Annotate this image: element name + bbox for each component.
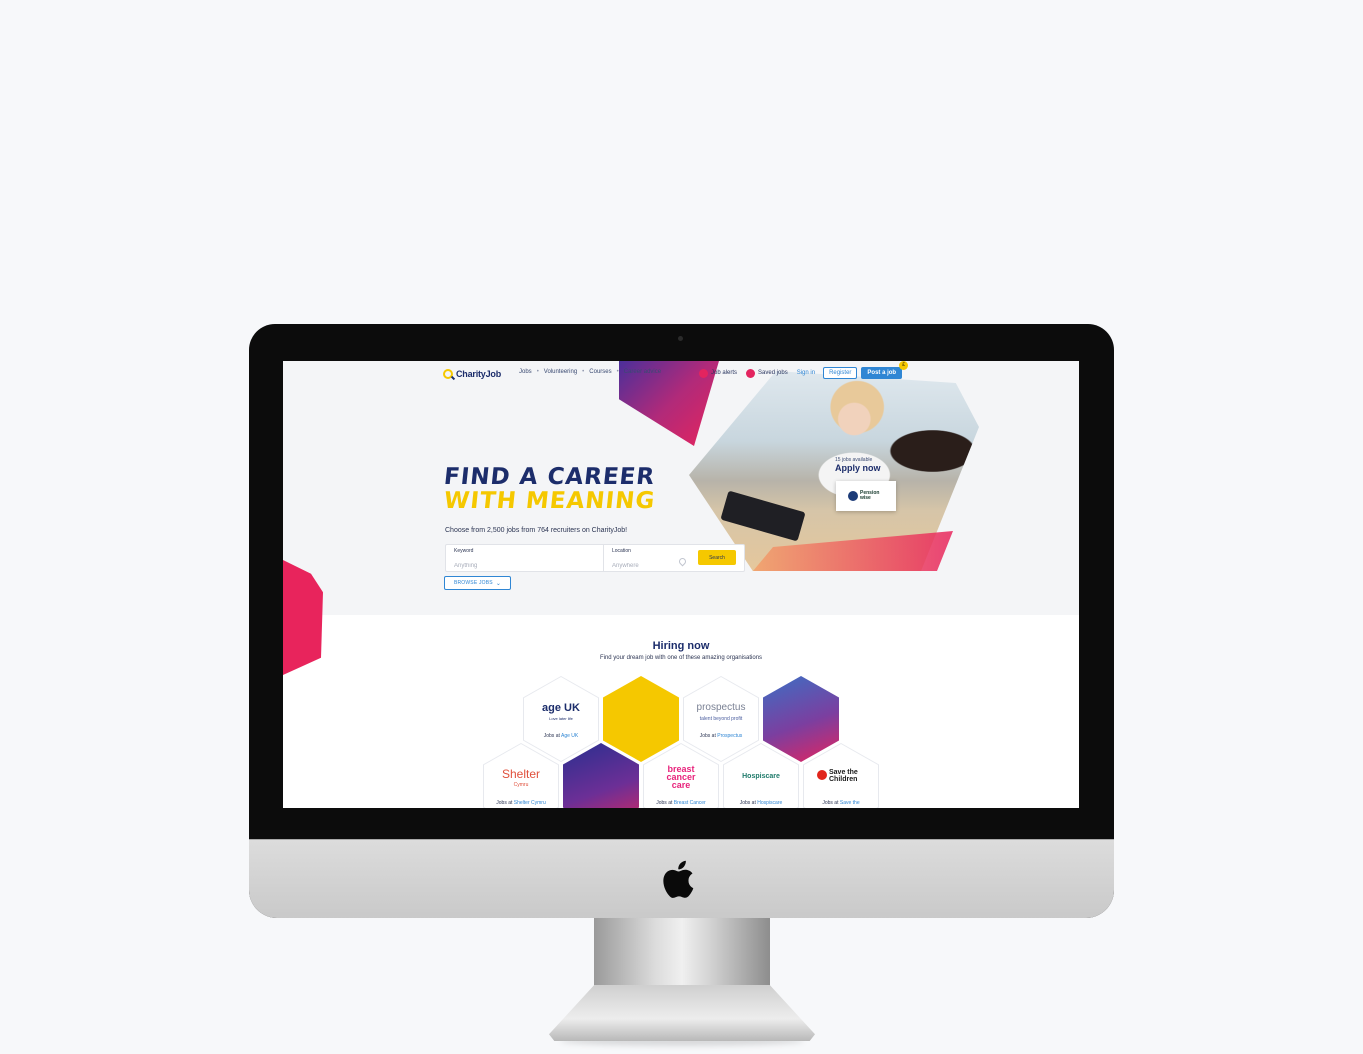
imac-stand-foot xyxy=(549,985,815,1041)
pound-badge-icon: £ xyxy=(899,361,909,370)
heart-icon xyxy=(746,368,756,378)
org-logo: prospectus xyxy=(696,702,746,713)
org-logo: breast cancer care xyxy=(666,764,696,790)
hero-subline: Choose from 2,500 jobs from 764 recruite… xyxy=(445,527,628,534)
hiring-subtitle: Find your dream job with one of these am… xyxy=(599,655,763,661)
hero-section: 15 jobs available Apply now Pension wise… xyxy=(283,361,1079,675)
hiring-title: Hiring now xyxy=(652,640,710,652)
chevron-down-icon: ⌄ xyxy=(495,580,502,587)
apply-now-link[interactable]: Apply now xyxy=(835,463,881,473)
save-the-children-logo-icon xyxy=(817,770,827,780)
post-job-label: Post a job xyxy=(867,370,897,376)
search-button[interactable]: Search xyxy=(698,550,736,565)
org-logo: Shelter xyxy=(501,767,541,781)
main-nav: Jobs • Volunteering • Courses • Career a… xyxy=(519,369,661,375)
job-alerts-label: Job alerts xyxy=(711,370,738,376)
nav-separator: • xyxy=(536,369,539,375)
saved-jobs-link[interactable]: Saved jobs xyxy=(746,368,788,378)
apple-logo-icon xyxy=(663,860,694,898)
keyword-label: Keyword xyxy=(454,548,474,554)
job-alerts-link[interactable]: Job alerts xyxy=(699,368,738,378)
nav-link-jobs[interactable]: Jobs xyxy=(519,369,532,375)
site-logo-text: CharityJob xyxy=(456,368,502,379)
org-tagline: talent beyond profit xyxy=(699,716,743,722)
job-search-form: Keyword Location Search xyxy=(445,544,745,572)
headline-line-2: WITH MEANING xyxy=(442,488,657,514)
imac-chin xyxy=(249,839,1114,918)
jobs-at-prefix: Jobs at xyxy=(739,800,756,806)
org-jobs-link[interactable]: Jobs at Age UK xyxy=(523,733,599,739)
camera-icon xyxy=(678,336,683,341)
org-name: Prospectus xyxy=(717,733,743,739)
pension-wise-logo-icon xyxy=(848,491,858,501)
register-button[interactable]: Register xyxy=(823,367,858,379)
jobs-at-prefix: Jobs at xyxy=(496,800,513,806)
org-name: Breast Cancer xyxy=(673,800,706,806)
org-tagline: Love later life xyxy=(549,716,573,721)
post-job-button[interactable]: Post a job £ xyxy=(861,361,909,379)
org-tile-age-uk[interactable]: age UK Love later life Jobs at Age UK xyxy=(523,676,599,762)
decorative-hex-yellow xyxy=(603,676,679,762)
jobs-at-prefix: Jobs at xyxy=(656,800,673,806)
keyword-input[interactable] xyxy=(454,563,574,569)
org-jobs-link[interactable]: Jobs at Prospectus xyxy=(683,733,759,739)
jobs-at-prefix: Jobs at xyxy=(699,733,716,739)
org-tile-content: age UK Love later life Jobs at Age UK xyxy=(523,676,599,762)
jobs-at-prefix: Jobs at xyxy=(822,800,839,806)
imac-frame: 15 jobs available Apply now Pension wise… xyxy=(249,324,1114,918)
org-name: Shelter Cymru xyxy=(513,800,546,806)
sign-in-link[interactable]: Sign in xyxy=(797,370,815,376)
bell-icon xyxy=(699,368,708,378)
jobs-at-prefix: Jobs at xyxy=(543,733,560,739)
magnifier-logo-icon xyxy=(443,368,453,379)
org-jobs-link[interactable]: Jobs at Save the xyxy=(803,800,879,806)
nav-link-volunteering[interactable]: Volunteering xyxy=(544,369,577,375)
featured-employer-name: Pension wise xyxy=(860,490,880,501)
nav-link-career-advice[interactable]: Career advice xyxy=(624,369,661,375)
org-logo: Hospiscare xyxy=(742,773,780,780)
org-tagline: Cymru xyxy=(513,782,529,788)
saved-jobs-label: Saved jobs xyxy=(758,370,788,376)
nav-separator: • xyxy=(582,369,585,375)
site-logo[interactable]: CharityJob xyxy=(443,367,501,380)
org-jobs-link[interactable]: Jobs at Breast Cancer xyxy=(643,800,719,806)
org-jobs-link[interactable]: Jobs at Hospiscare xyxy=(723,800,799,806)
browse-jobs-label: BROWSE JOBS xyxy=(453,580,493,586)
browser-screen: 15 jobs available Apply now Pension wise… xyxy=(283,361,1079,808)
org-logo: Save the Children xyxy=(829,769,858,783)
org-logo: age UK xyxy=(542,702,580,714)
org-tile-prospectus[interactable]: prospectus talent beyond profit Jobs at … xyxy=(683,676,759,762)
nav-link-courses[interactable]: Courses xyxy=(589,369,611,375)
org-jobs-link[interactable]: Jobs at Shelter Cymru xyxy=(483,800,559,806)
nav-separator: • xyxy=(616,369,619,375)
decorative-hex-gradient xyxy=(763,676,839,762)
org-name: Save the xyxy=(839,800,860,806)
headline-line-1: FIND A CAREER xyxy=(442,464,657,490)
browse-jobs-button[interactable]: BROWSE JOBS ⌄ xyxy=(444,576,511,590)
featured-employer-card[interactable]: Pension wise xyxy=(836,481,896,511)
org-tile-content: prospectus talent beyond profit Jobs at … xyxy=(683,676,759,762)
account-nav: Job alerts Saved jobs Sign in Register P… xyxy=(699,361,909,379)
top-nav: CharityJob Jobs • Volunteering • Courses… xyxy=(283,361,1079,387)
org-name: Hospiscare xyxy=(757,800,783,806)
keyword-field: Keyword xyxy=(454,548,574,572)
org-name: Age UK xyxy=(561,733,579,739)
hero-headline: FIND A CAREER WITH MEANING xyxy=(442,464,657,514)
